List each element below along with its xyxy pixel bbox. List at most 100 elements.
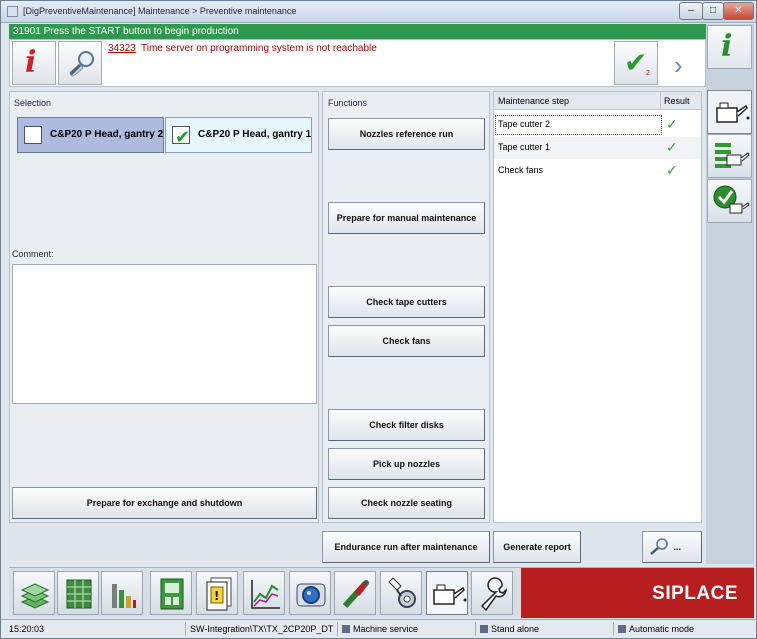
chevron-right-icon[interactable]: ›	[674, 50, 683, 81]
endurance-run-button[interactable]: Endurance run after maintenance	[322, 531, 490, 563]
status-machine: Machine service	[337, 622, 418, 636]
taskbar-grid-button[interactable]	[57, 571, 99, 615]
step-name: Tape cutter 2	[498, 119, 551, 129]
window-title: [DigPreventiveMaintenance] Maintenance >…	[23, 6, 297, 16]
selection-panel: Selection C&P20 P Head, gantry 2 ✔ C&P20…	[9, 91, 319, 523]
gantry-1-label: C&P20 P Head, gantry 1	[198, 129, 312, 140]
search-button[interactable]	[58, 41, 102, 85]
check-tape-cutters-button[interactable]: Check tape cutters	[328, 286, 485, 318]
functions-label: Functions	[328, 98, 368, 108]
message-number[interactable]: 34323	[108, 43, 136, 54]
board-icon	[160, 578, 184, 610]
side-maintenance-button[interactable]	[707, 90, 752, 134]
gantry-1-toggle[interactable]: ✔ C&P20 P Head, gantry 1	[165, 117, 312, 153]
taskbar-board-button[interactable]	[150, 571, 192, 615]
check-nozzle-seating-button[interactable]: Check nozzle seating	[328, 487, 485, 519]
prepare-exchange-button[interactable]: Prepare for exchange and shutdown	[12, 487, 317, 519]
gantry-2-toggle[interactable]: C&P20 P Head, gantry 2	[17, 117, 164, 153]
search-more-button[interactable]: ...	[642, 531, 702, 563]
taskbar-camera-button[interactable]	[289, 571, 331, 615]
bar-icon	[112, 584, 136, 608]
message-area: i 34323 Time server on programming syste…	[9, 39, 706, 87]
message-text: Time server on programming system is not…	[141, 43, 377, 54]
chart-icon	[251, 580, 280, 609]
maintenance-step-table: Maintenance step Result Tape cutter 2 ✓ …	[493, 91, 702, 523]
close-button[interactable]: ✕	[723, 2, 754, 20]
step-name: Check fans	[498, 165, 544, 175]
column-divider	[660, 92, 661, 110]
prepare-manual-maintenance-button[interactable]: Prepare for manual maintenance	[328, 202, 485, 234]
search-icon	[650, 538, 668, 555]
app-icon	[7, 6, 18, 17]
status-automatic: Automatic mode	[613, 622, 694, 636]
column-header-result: Result	[664, 96, 690, 106]
column-header-step: Maintenance step	[498, 96, 570, 106]
taskbar-maintenance-button[interactable]	[426, 571, 468, 615]
result-check-icon: ✓	[666, 116, 678, 132]
info-icon: i	[721, 29, 733, 64]
side-check-button[interactable]	[707, 179, 752, 223]
grid-icon	[66, 579, 92, 609]
stack-icon	[20, 583, 50, 609]
wrench-icon	[480, 577, 507, 612]
acknowledge-button[interactable]: ✔ 2	[614, 41, 658, 85]
step-name: Tape cutter 1	[498, 142, 551, 152]
check-fans-button[interactable]: Check fans	[328, 325, 485, 357]
status-stand-alone: Stand alone	[475, 622, 539, 636]
status-time: 15:20:03	[9, 624, 45, 634]
stand-alone-icon	[480, 625, 488, 633]
nozzles-reference-run-button[interactable]: Nozzles reference run	[328, 118, 485, 150]
oilcan-icon	[433, 584, 467, 605]
check-icon: ✔	[624, 47, 648, 78]
status-bar: 15:20:03 SW-Integration\TX\TX_2CP20P_DT …	[1, 619, 756, 638]
taskbar-bar-button[interactable]	[101, 571, 143, 615]
status-machine-label: Machine service	[353, 624, 419, 634]
status-automatic-label: Automatic mode	[629, 624, 695, 634]
taskbar-wrench-button[interactable]	[471, 571, 513, 615]
result-check-icon: ✓	[666, 139, 678, 155]
pick-up-nozzles-button[interactable]: Pick up nozzles	[328, 448, 485, 480]
ok-count: 2	[646, 70, 650, 77]
status-stand-alone-label: Stand alone	[491, 624, 540, 634]
siplace-logo: SIPLACE	[652, 583, 738, 604]
machine-icon	[342, 625, 350, 633]
document-icon: !	[206, 577, 232, 611]
search-icon	[69, 51, 94, 77]
gear-hand-icon	[388, 577, 416, 608]
maximize-button[interactable]: □	[702, 2, 724, 20]
side-info-button[interactable]: i	[707, 25, 752, 69]
svg-text:!: !	[214, 589, 219, 603]
brand-area: SIPLACE	[521, 568, 754, 618]
gantry-2-checkbox[interactable]	[24, 126, 42, 144]
module-taskbar: ! SIPLACE	[9, 567, 754, 618]
selection-label: Selection	[14, 98, 52, 108]
nozzle-icon	[342, 580, 369, 609]
taskbar-stack-button[interactable]	[13, 571, 55, 615]
check-icon: ✔	[175, 127, 191, 147]
check-filter-disks-button[interactable]: Check filter disks	[328, 409, 485, 441]
taskbar-document-button[interactable]: !	[196, 571, 238, 615]
list-oilcan-icon	[715, 143, 750, 168]
table-row[interactable]: Tape cutter 1 ✓	[494, 137, 701, 159]
status-path: SW-Integration\TX\TX_2CP20P_DT	[185, 622, 333, 636]
taskbar-nozzle-button[interactable]	[334, 571, 376, 615]
gantry-1-checkbox[interactable]: ✔	[172, 126, 190, 147]
info-button[interactable]: i	[12, 41, 56, 85]
comment-label: Comment:	[12, 249, 54, 259]
taskbar-service-button[interactable]	[380, 571, 422, 615]
table-row[interactable]: Tape cutter 2 ✓	[494, 114, 701, 136]
check-oilcan-icon	[713, 185, 750, 214]
info-red-icon: i	[25, 45, 37, 80]
generate-report-button[interactable]: Generate report	[493, 531, 581, 563]
status-banner: 31901 Press the START button to begin pr…	[9, 24, 706, 39]
minimize-button[interactable]: –	[679, 2, 703, 20]
app-window: [DigPreventiveMaintenance] Maintenance >…	[0, 0, 757, 639]
search-more-label: ...	[673, 542, 682, 552]
table-row[interactable]: Check fans ✓	[494, 160, 701, 182]
comment-field[interactable]	[12, 264, 317, 404]
side-list-button[interactable]	[707, 134, 752, 178]
taskbar-chart-button[interactable]	[243, 571, 285, 615]
camera-icon	[296, 583, 326, 607]
oilcan-icon	[716, 102, 750, 123]
side-panel: i	[706, 24, 754, 564]
